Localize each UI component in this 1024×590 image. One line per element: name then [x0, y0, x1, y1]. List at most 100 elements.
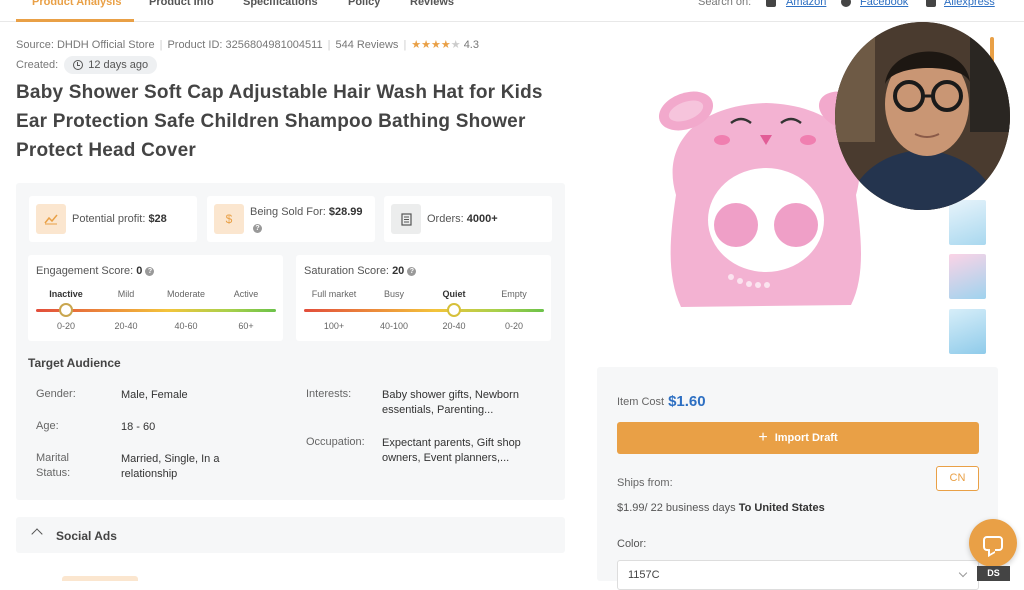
product-tabs: Product Analysis Product Info Specificat…	[0, 0, 1024, 22]
gender-label: Gender:	[36, 388, 76, 400]
saturation-slider-handle[interactable]	[447, 303, 461, 317]
amazon-icon	[766, 0, 776, 7]
engagement-level: Active	[233, 289, 259, 299]
tab-specifications[interactable]: Specifications	[243, 0, 318, 8]
chart-icon	[36, 204, 66, 234]
chevron-down-icon	[958, 568, 968, 578]
color-select[interactable]: 1157C	[617, 560, 979, 590]
saturation-range: 100+	[323, 321, 345, 331]
created-pill: 12 days ago	[64, 56, 158, 74]
saturation-score-card: Saturation Score: 20 ? Full market Busy …	[296, 255, 551, 341]
ships-from-option-cn[interactable]: CN	[936, 466, 979, 491]
plus-icon: +	[758, 429, 768, 446]
search-on-label: Search on:	[698, 0, 752, 8]
saturation-range: 20-40	[442, 321, 466, 331]
created-label: Created:	[16, 59, 59, 71]
engagement-slider-handle[interactable]	[59, 303, 73, 317]
ds-badge: DS	[977, 566, 1010, 581]
created-value: 12 days ago	[88, 59, 149, 71]
chat-button[interactable]	[969, 519, 1017, 567]
rating-value: 4.3	[463, 39, 479, 51]
chevron-up-icon	[31, 528, 43, 540]
tab-product-info[interactable]: Product Info	[149, 0, 214, 8]
engagement-range: 40-60	[174, 321, 198, 331]
active-tab-indicator	[16, 19, 134, 22]
social-ads-toggle[interactable]: Social Ads	[16, 517, 565, 553]
engagement-score-card: Engagement Score: 0 ? Inactive Mild Mode…	[28, 255, 283, 341]
sold-value: $28.99	[328, 206, 363, 218]
saturation-level: Quiet	[442, 289, 466, 299]
clock-icon	[73, 60, 84, 70]
occupation-label: Occupation:	[306, 436, 365, 448]
chat-bubble-icon	[983, 535, 1003, 551]
engagement-level: Inactive	[49, 289, 83, 299]
saturation-scale-bar	[304, 309, 544, 312]
created-row: Created: 12 days ago	[16, 56, 158, 74]
saturation-level: Full market	[311, 289, 357, 299]
engagement-value: 0	[136, 265, 143, 277]
source-text: Source: DHDH Official Store	[16, 39, 155, 51]
occupation-value: owners, Event planners,...	[382, 452, 510, 464]
item-cost-value: $1.60	[668, 393, 706, 410]
interests-value: Baby shower gifts, Newborn	[382, 389, 519, 401]
thumbnail[interactable]	[949, 200, 986, 245]
aliexpress-icon	[926, 0, 936, 7]
webcam-overlay	[835, 22, 1010, 210]
search-amazon-link[interactable]: Amazon	[786, 0, 826, 8]
occupation-value: Expectant parents, Gift shop	[382, 437, 521, 449]
facebook-icon	[841, 0, 851, 7]
saturation-label: Saturation Score:	[304, 265, 389, 277]
sold-for-card: $ Being Sold For: $28.99 ?	[207, 196, 375, 242]
shipping-info: $1.99/ 22 business days To United States	[617, 502, 825, 514]
tab-product-analysis[interactable]: Product Analysis	[32, 0, 121, 8]
item-cost-label: Item Cost	[617, 396, 665, 408]
engagement-level: Moderate	[166, 289, 206, 299]
engagement-range: 20-40	[114, 321, 138, 331]
marital-label: Status:	[36, 467, 71, 479]
help-icon[interactable]: ?	[253, 223, 262, 233]
thumbnail[interactable]	[949, 309, 986, 354]
product-title: Baby Shower Soft Cap Adjustable Hair Was…	[16, 82, 543, 161]
interests-value: essentials, Parenting...	[382, 404, 494, 416]
help-icon[interactable]: ?	[407, 266, 417, 276]
social-ads-label: Social Ads	[56, 529, 117, 543]
review-count: 544 Reviews	[335, 39, 399, 51]
thumbnail[interactable]	[949, 254, 986, 299]
tab-edge	[62, 576, 138, 581]
orders-card: Orders: 4000+	[384, 196, 552, 242]
age-label: Age:	[36, 420, 59, 432]
color-label: Color:	[617, 538, 647, 550]
star-rating-icon: ★★★★★	[411, 39, 461, 51]
engagement-level: Mild	[117, 289, 135, 299]
saturation-range: 0-20	[504, 321, 523, 331]
engagement-range: 0-20	[56, 321, 75, 331]
sold-label: Being Sold For:	[250, 206, 326, 218]
document-icon	[391, 204, 421, 234]
profit-label: Potential profit:	[72, 213, 146, 225]
gender-value: Male, Female	[121, 389, 188, 401]
search-aliexpress-link[interactable]: Aliexpress	[944, 0, 995, 8]
engagement-label: Engagement Score:	[36, 265, 134, 277]
dollar-icon: $	[214, 204, 244, 234]
color-selected-value: 1157C	[628, 569, 660, 581]
tab-reviews[interactable]: Reviews	[410, 0, 454, 8]
ships-from-label: Ships from:	[617, 477, 673, 489]
engagement-range: 60+	[238, 321, 254, 331]
saturation-level: Empty	[501, 289, 527, 299]
orders-value: 4000+	[466, 213, 498, 225]
profit-value: $28	[148, 213, 167, 225]
help-icon[interactable]: ?	[145, 266, 155, 276]
product-meta: Source: DHDH Official Store | Product ID: …	[16, 39, 479, 51]
saturation-range: 40-100	[379, 321, 409, 331]
tab-policy[interactable]: Policy	[348, 0, 380, 8]
product-id: Product ID: 3256804981004511	[167, 39, 323, 51]
search-facebook-link[interactable]: Facebook	[860, 0, 908, 8]
saturation-level: Busy	[383, 289, 404, 299]
orders-label: Orders:	[427, 213, 464, 225]
import-draft-button[interactable]: + Import Draft	[617, 422, 979, 454]
item-cost: Item Cost $1.60	[617, 393, 706, 410]
marital-value: Married, Single, In a	[121, 453, 220, 465]
shipping-destination: To United States	[738, 502, 825, 514]
shipping-price: $1.99	[617, 502, 645, 514]
import-draft-label: Import Draft	[774, 432, 838, 444]
